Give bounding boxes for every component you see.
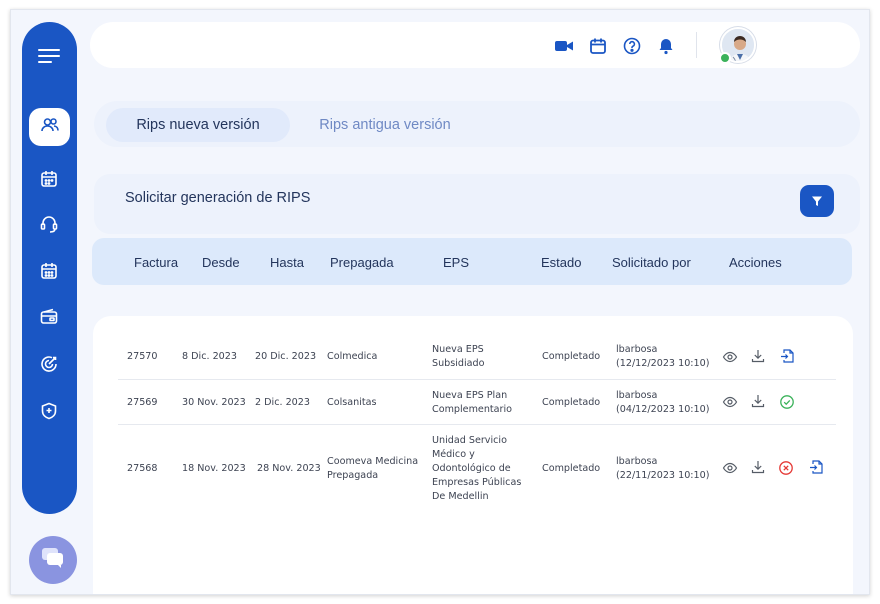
cell-factura: 27568 [127, 463, 158, 474]
sidebar-item-schedule[interactable] [38, 262, 60, 284]
eye-icon[interactable] [722, 460, 738, 476]
headset-icon [39, 214, 59, 238]
cell-solicitado-user: lbarbosa [616, 456, 658, 467]
cell-eps-line: Empresas Públicas [432, 477, 522, 488]
version-tabs: Rips nueva versión Rips antigua versión [94, 101, 860, 147]
sidebar-item-calendar[interactable] [38, 170, 60, 192]
cell-hasta: 20 Dic. 2023 [255, 351, 317, 362]
tab-rips-old[interactable]: Rips antigua versión [296, 108, 474, 142]
cell-eps-line: Subsidiado [432, 358, 485, 369]
wallet-icon [39, 307, 59, 331]
header-factura[interactable]: Factura [134, 255, 178, 270]
target-icon [39, 354, 59, 378]
cell-desde: 8 Dic. 2023 [182, 351, 237, 362]
cell-eps-line: Nueva EPS Plan [432, 390, 508, 401]
cell-eps-line: Odontológico de [432, 463, 511, 474]
cell-solicitado-date: (04/12/2023 10:10) [616, 404, 710, 415]
cell-prepagada: Coomeva Medicina [327, 456, 419, 467]
cell-estado: Completado [542, 463, 601, 474]
eye-icon[interactable] [722, 349, 738, 365]
header-prepagada[interactable]: Prepagada [330, 255, 394, 270]
x-circle-icon[interactable] [778, 460, 794, 476]
header-acciones: Acciones [729, 255, 782, 270]
shield-icon [39, 401, 59, 425]
menu-icon[interactable] [36, 44, 62, 66]
cell-eps-line: Nueva EPS [432, 344, 484, 355]
help-icon[interactable] [622, 36, 642, 56]
cell-desde: 18 Nov. 2023 [182, 463, 246, 474]
header-estado[interactable]: Estado [541, 255, 581, 270]
request-title: Solicitar generación de RIPS [125, 190, 311, 206]
cell-solicitado-user: lbarbosa [616, 390, 658, 401]
header-desde[interactable]: Desde [202, 255, 240, 270]
download-icon[interactable] [750, 348, 766, 364]
online-status-badge [719, 52, 731, 64]
cell-eps-line: Unidad Servicio [432, 435, 507, 446]
users-icon [40, 115, 60, 139]
calendar-icon[interactable] [588, 36, 608, 56]
sidebar-item-support[interactable] [38, 215, 60, 237]
cell-factura: 27570 [127, 351, 158, 362]
file-export-icon[interactable] [779, 348, 795, 364]
cell-desde: 30 Nov. 2023 [182, 397, 246, 408]
cell-solicitado-date: (12/12/2023 10:10) [616, 358, 710, 369]
cell-estado: Completado [542, 351, 601, 362]
cell-factura: 27569 [127, 397, 158, 408]
video-icon[interactable] [554, 36, 574, 56]
cell-eps-line: De Medellin [432, 491, 489, 502]
cell-hasta: 28 Nov. 2023 [257, 463, 321, 474]
check-circle-icon[interactable] [779, 394, 795, 410]
app-window: Rips nueva versión Rips antigua versión … [10, 9, 870, 595]
sidebar-item-patients[interactable] [29, 108, 70, 146]
cell-eps-line: Complementario [432, 404, 513, 415]
bell-icon[interactable] [656, 36, 676, 56]
sidebar-item-goals[interactable] [38, 355, 60, 377]
cell-prepagada: Prepagada [327, 470, 379, 481]
row-divider [118, 424, 836, 425]
sidebar [22, 22, 77, 514]
filter-icon [811, 192, 823, 211]
row-divider [118, 379, 836, 380]
header-solicitado-por[interactable]: Solicitado por [612, 255, 691, 270]
top-bar [90, 22, 860, 68]
tab-rips-new[interactable]: Rips nueva versión [106, 108, 290, 142]
download-icon[interactable] [750, 459, 766, 475]
cell-prepagada: Colmedica [327, 351, 378, 362]
chat-button[interactable] [29, 536, 77, 584]
cell-solicitado-user: lbarbosa [616, 344, 658, 355]
header-hasta[interactable]: Hasta [270, 255, 304, 270]
download-icon[interactable] [750, 393, 766, 409]
sidebar-item-security[interactable] [38, 402, 60, 424]
sidebar-item-billing[interactable] [38, 308, 60, 330]
file-export-icon[interactable] [808, 459, 824, 475]
filter-button[interactable] [800, 185, 834, 217]
header-eps[interactable]: EPS [443, 255, 469, 270]
cell-estado: Completado [542, 397, 601, 408]
calendar-grid-icon [39, 261, 59, 285]
topbar-divider [696, 32, 697, 58]
cell-prepagada: Colsanitas [327, 397, 377, 408]
chat-icon [40, 546, 66, 574]
cell-eps-line: Médico y [432, 449, 475, 460]
eye-icon[interactable] [722, 394, 738, 410]
cell-hasta: 2 Dic. 2023 [255, 397, 310, 408]
cell-solicitado-date: (22/11/2023 10:10) [616, 470, 710, 481]
calendar-icon [39, 169, 59, 193]
